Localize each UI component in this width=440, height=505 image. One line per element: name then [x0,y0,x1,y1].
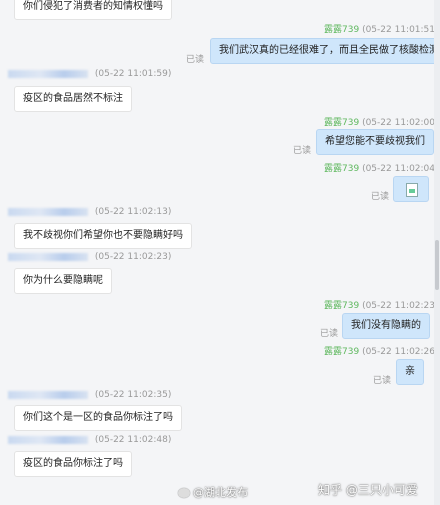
message-bubble-incoming: 你们侵犯了消费者的知情权懂吗 [14,0,172,20]
message-text: 希望您能不要歧视我们 [325,136,425,147]
message-time: (05-22 11:01:59) [94,69,172,79]
message-time: (05-22 11:02:13) [94,207,172,217]
message-meta: 露露739 (05-22 11:02:23) [324,298,439,311]
message-text: 亲 [405,366,415,377]
image-message[interactable] [393,176,429,202]
message-bubble-incoming: 你为什么要隐瞒呢 [14,268,112,294]
read-status: 已读 [293,146,312,156]
message-time: (05-22 11:02:23) [362,301,439,311]
weibo-watermark: @湖北发布 [178,484,248,500]
message-meta: (05-22 11:02:13) [8,207,171,217]
broken-image-icon [406,183,418,197]
message-time: (05-22 11:01:51) [362,25,439,35]
message-time: (05-22 11:02:35) [94,390,172,400]
message-meta: (05-22 11:02:35) [8,390,171,400]
message-bubble-outgoing: 我们武汉真的已经很难了，而且全民做了核酸检测 [210,38,440,64]
message-meta: (05-22 11:02:23) [8,252,171,262]
scrollbar-track[interactable] [434,0,440,505]
message-text: 疫区的食品居然不标注 [23,93,123,104]
message-bubble-outgoing: 我们没有隐瞒的 [342,313,430,339]
sender-name: 露露739 [324,25,360,35]
message-time: (05-22 11:02:26) [362,347,439,357]
message-time: (05-22 11:02:23) [94,252,172,262]
message-bubble-incoming: 我不歧视你们希望你也不要隐瞒好吗 [14,223,192,249]
message-bubble-incoming: 疫区的食品居然不标注 [14,86,132,112]
watermark-text: 知乎 @三只小可爱 [318,483,418,497]
weibo-icon [178,488,190,498]
sender-name-blurred [8,207,88,216]
message-text: 疫区的食品你标注了吗 [23,458,123,469]
sender-name: 露露739 [324,301,360,311]
message-text: 你们侵犯了消费者的知情权懂吗 [23,1,163,12]
message-bubble-outgoing: 亲 [396,359,424,385]
watermark-text: @湖北发布 [193,486,248,499]
sender-name: 露露739 [324,164,360,174]
message-meta: (05-22 11:02:48) [8,435,171,445]
message-time: (05-22 11:02:00) [362,118,439,128]
message-meta: 露露739 (05-22 11:02:04) [324,161,439,174]
message-bubble-incoming: 疫区的食品你标注了吗 [14,451,132,477]
message-text: 我不歧视你们希望你也不要隐瞒好吗 [23,230,183,241]
message-bubble-outgoing: 希望您能不要歧视我们 [316,129,434,155]
message-time: (05-22 11:02:48) [94,435,172,445]
message-bubble-incoming: 你们这个是一区的食品你标注了吗 [14,405,182,431]
sender-name: 露露739 [324,347,360,357]
sender-name-blurred [8,390,88,399]
message-text: 我们没有隐瞒的 [351,320,421,331]
message-meta: 露露739 (05-22 11:02:26) [324,344,439,357]
message-meta: 露露739 (05-22 11:01:51) [324,22,439,35]
scrollbar-thumb[interactable] [435,240,439,290]
read-status: 已读 [186,55,205,65]
message-text: 你为什么要隐瞒呢 [23,275,103,286]
read-status: 已读 [320,329,339,339]
sender-name-blurred [8,69,88,78]
message-text: 你们这个是一区的食品你标注了吗 [23,412,173,423]
zhihu-watermark: 知乎 @三只小可爱 [318,481,418,498]
message-text: 我们武汉真的已经很难了，而且全民做了核酸检测 [219,45,439,56]
message-meta: (05-22 11:01:59) [8,69,171,79]
sender-name-blurred [8,252,88,261]
message-meta: 露露739 (05-22 11:02:00) [324,115,439,128]
sender-name: 露露739 [324,118,360,128]
read-status: 已读 [373,376,392,386]
read-status: 已读 [371,192,390,202]
sender-name-blurred [8,435,88,444]
message-time: (05-22 11:02:04) [362,164,439,174]
